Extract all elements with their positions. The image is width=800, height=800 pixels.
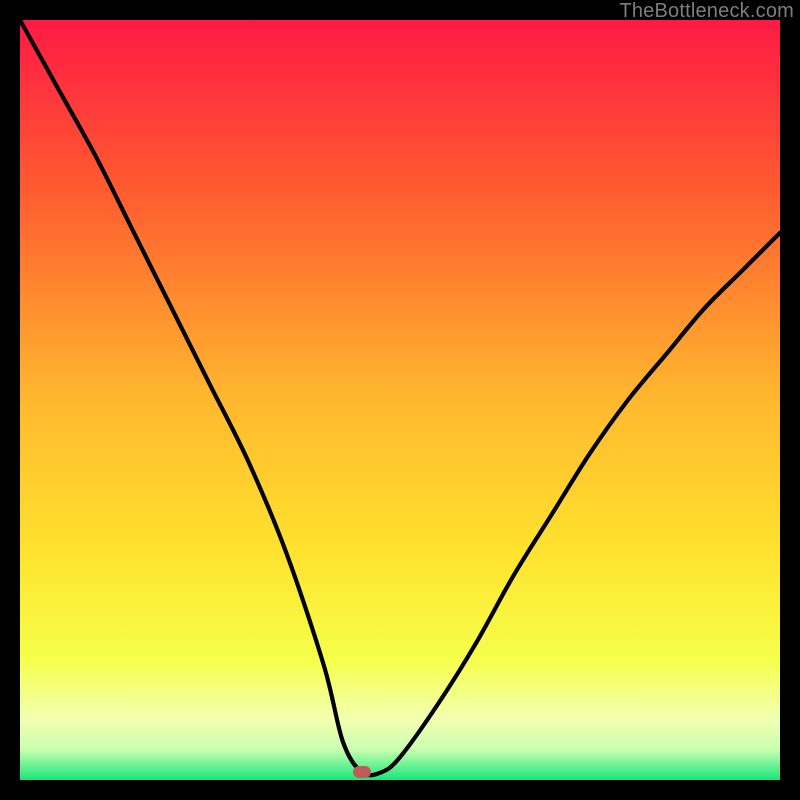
bottleneck-curve bbox=[20, 20, 780, 780]
optimal-point-marker bbox=[353, 766, 371, 778]
plot-area bbox=[20, 20, 780, 780]
watermark-text: TheBottleneck.com bbox=[619, 0, 794, 23]
chart-stage: TheBottleneck.com bbox=[0, 0, 800, 800]
